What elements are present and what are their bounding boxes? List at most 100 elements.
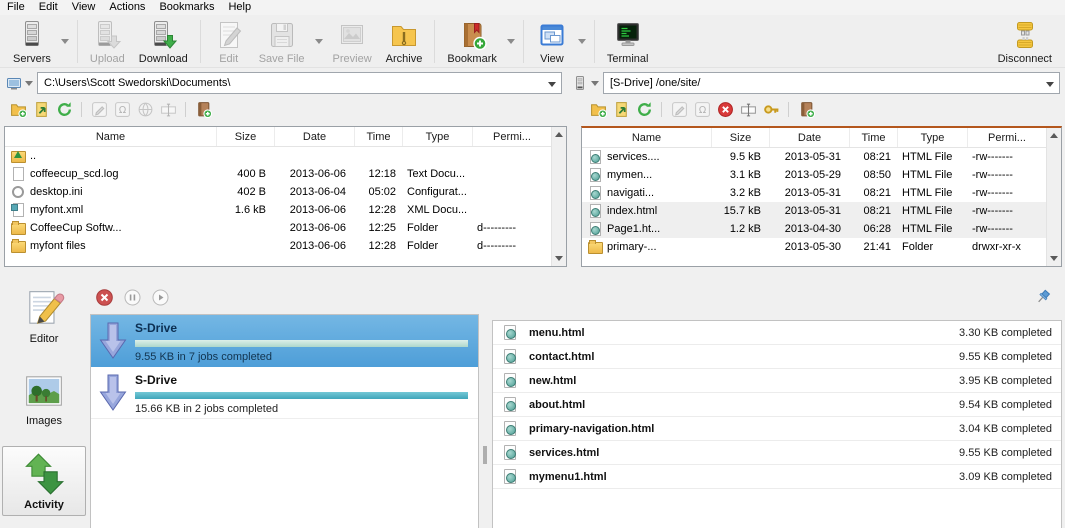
sidebar-item-images[interactable]: Images: [0, 370, 88, 427]
column-header[interactable]: Type: [403, 127, 473, 146]
list-item[interactable]: services.html 9.55 KB completed: [493, 441, 1061, 465]
bookmark-dropdown-arrow[interactable]: [504, 17, 518, 66]
panel-splitter[interactable]: [480, 320, 491, 528]
list-item[interactable]: primary-navigation.html 3.04 KB complete…: [493, 417, 1061, 441]
rename-file-button-disabled[interactable]: [669, 100, 689, 120]
local-drive-button[interactable]: [5, 75, 37, 91]
local-file-pane: NameSizeDateTimeTypePermi... .. coffeecu…: [4, 126, 567, 267]
column-header[interactable]: Time: [850, 128, 898, 147]
scrollbar[interactable]: [551, 127, 566, 266]
delete-button[interactable]: [715, 100, 735, 120]
table-row[interactable]: navigati... 3.2 kB 2013-05-31 08:21 HTML…: [582, 184, 1046, 202]
download-button[interactable]: Download: [132, 17, 195, 66]
save-file-button[interactable]: Save File: [252, 17, 312, 66]
scroll-up-button[interactable]: [552, 127, 566, 142]
table-row[interactable]: index.html 15.7 kB 2013-05-31 08:21 HTML…: [582, 202, 1046, 220]
rename-file-button-disabled[interactable]: [89, 100, 109, 120]
table-row[interactable]: coffeecup_scd.log 400 B 2013-06-06 12:18…: [5, 165, 551, 183]
pause-transfer-button[interactable]: [124, 289, 141, 306]
save-file-button-label: Save File: [259, 53, 305, 65]
sidebar-item-editor[interactable]: Editor: [0, 288, 88, 345]
pin-icon[interactable]: [1035, 289, 1051, 305]
queue-item[interactable]: S-Drive 9.55 KB in 7 jobs completed: [91, 315, 478, 367]
save-file-dropdown-arrow[interactable]: [312, 17, 326, 66]
table-row[interactable]: desktop.ini 402 B 2013-06-04 05:02 Confi…: [5, 183, 551, 201]
scroll-down-button[interactable]: [552, 251, 566, 266]
column-header[interactable]: Type: [898, 128, 968, 147]
queue-controls: [96, 289, 169, 306]
menu-item[interactable]: Bookmarks: [154, 0, 223, 15]
column-header[interactable]: Date: [770, 128, 850, 147]
resume-transfer-button[interactable]: [152, 289, 169, 306]
servers-button[interactable]: Servers: [6, 17, 58, 66]
preview-button[interactable]: Preview: [326, 17, 379, 66]
edit-button[interactable]: Edit: [206, 17, 252, 66]
scroll-down-button[interactable]: [1047, 251, 1061, 266]
terminal-button[interactable]: Terminal: [600, 17, 656, 66]
local-drive-dropdown-arrow[interactable]: [25, 81, 33, 86]
column-header[interactable]: Permi...: [968, 128, 1046, 147]
table-row[interactable]: CoffeeCup Softw... 2013-06-06 12:25 Fold…: [5, 219, 551, 237]
column-header[interactable]: Time: [355, 127, 403, 146]
svg-text:Ω: Ω: [118, 105, 125, 116]
menu-item[interactable]: Help: [223, 0, 260, 15]
chmod-button-disabled[interactable]: Ω: [112, 100, 132, 120]
local-column-headers[interactable]: NameSizeDateTimeTypePermi...: [5, 127, 551, 147]
new-folder-button[interactable]: [588, 100, 608, 120]
remote-path-combobox[interactable]: [S-Drive] /one/site/: [603, 72, 1060, 94]
list-item[interactable]: mymenu1.html 3.09 KB completed: [493, 465, 1061, 489]
add-bookmark-button[interactable]: [796, 100, 816, 120]
menu-item[interactable]: View: [67, 0, 105, 15]
menu-item[interactable]: Edit: [34, 0, 67, 15]
list-item[interactable]: about.html 9.54 KB completed: [493, 393, 1061, 417]
table-row[interactable]: services.... 9.5 kB 2013-05-31 08:21 HTM…: [582, 148, 1046, 166]
queue-item[interactable]: S-Drive 15.66 KB in 2 jobs completed: [91, 367, 478, 419]
archive-button[interactable]: Archive: [379, 17, 430, 66]
sidebar-item-activity[interactable]: Activity: [2, 446, 86, 516]
activity-icon: [22, 452, 66, 496]
scrollbar[interactable]: [1046, 128, 1061, 266]
column-header[interactable]: Date: [275, 127, 355, 146]
transfer-file-name: primary-navigation.html: [529, 423, 654, 435]
list-item[interactable]: menu.html 3.30 KB completed: [493, 321, 1061, 345]
local-path-combobox[interactable]: C:\Users\Scott Swedorski\Documents\: [37, 72, 562, 94]
add-bookmark-button[interactable]: [193, 100, 213, 120]
refresh-button[interactable]: [54, 100, 74, 120]
column-header[interactable]: Name: [5, 127, 217, 146]
rename-inline-button-disabled[interactable]: [158, 100, 178, 120]
upload-button[interactable]: Upload: [83, 17, 132, 66]
bookmark-button[interactable]: Bookmark: [440, 17, 504, 66]
menu-item[interactable]: File: [2, 0, 34, 15]
table-row[interactable]: primary-... 2013-05-30 21:41 Folder drwx…: [582, 238, 1046, 256]
permissions-key-button[interactable]: [761, 100, 781, 120]
cancel-transfer-button[interactable]: [96, 289, 113, 306]
table-row[interactable]: ..: [5, 147, 551, 165]
remote-column-headers[interactable]: NameSizeDateTimeTypePermi...: [582, 128, 1046, 148]
list-item[interactable]: new.html 3.95 KB completed: [493, 369, 1061, 393]
refresh-button[interactable]: [634, 100, 654, 120]
column-header[interactable]: Name: [582, 128, 712, 147]
view-dropdown-arrow[interactable]: [575, 17, 589, 66]
rename-inline-button[interactable]: [738, 100, 758, 120]
view-button[interactable]: View: [529, 17, 575, 66]
go-to-folder-button[interactable]: [31, 100, 51, 120]
servers-dropdown-arrow[interactable]: [58, 17, 72, 66]
menu-item[interactable]: Actions: [104, 0, 154, 15]
table-row[interactable]: myfont files 2013-06-06 12:28 Folder d--…: [5, 237, 551, 255]
chmod-button-disabled[interactable]: Ω: [692, 100, 712, 120]
table-row[interactable]: mymen... 3.1 kB 2013-05-29 08:50 HTML Fi…: [582, 166, 1046, 184]
table-row[interactable]: myfont.xml 1.6 kB 2013-06-06 12:28 XML D…: [5, 201, 551, 219]
disconnect-button[interactable]: Disconnect: [991, 17, 1059, 66]
go-to-folder-button[interactable]: [611, 100, 631, 120]
column-header[interactable]: Permi...: [473, 127, 551, 146]
view-in-browser-button-disabled[interactable]: [135, 100, 155, 120]
remote-file-pane: NameSizeDateTimeTypePermi... services...…: [581, 126, 1062, 267]
new-folder-button[interactable]: [8, 100, 28, 120]
remote-drive-dropdown-arrow[interactable]: [591, 81, 599, 86]
column-header[interactable]: Size: [712, 128, 770, 147]
remote-drive-button[interactable]: [571, 75, 603, 91]
column-header[interactable]: Size: [217, 127, 275, 146]
list-item[interactable]: contact.html 9.55 KB completed: [493, 345, 1061, 369]
scroll-up-button[interactable]: [1047, 128, 1061, 143]
table-row[interactable]: Page1.ht... 1.2 kB 2013-04-30 06:28 HTML…: [582, 220, 1046, 238]
